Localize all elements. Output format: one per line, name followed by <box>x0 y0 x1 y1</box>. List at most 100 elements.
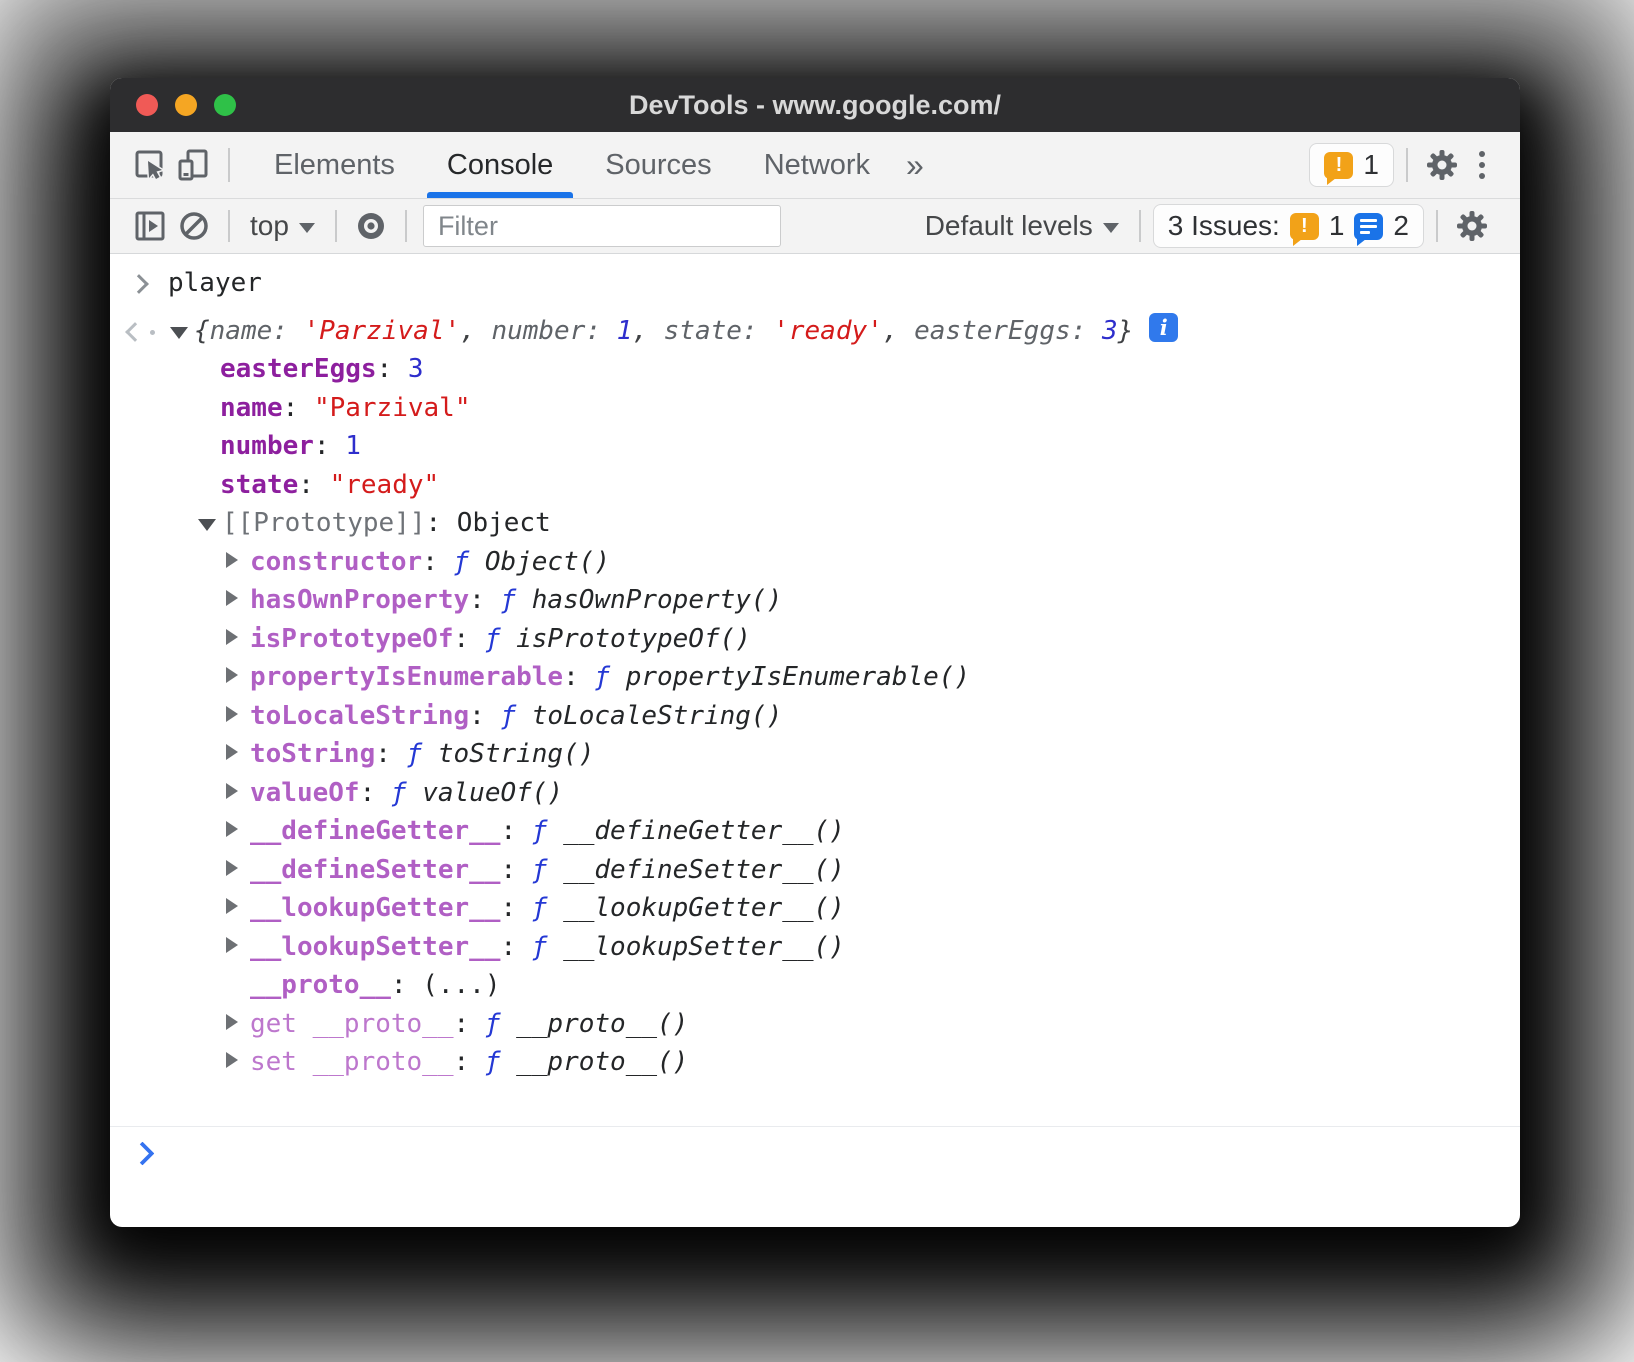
disclosure-triangle[interactable] <box>226 774 250 813</box>
console-token: { <box>194 316 210 346</box>
tab-elements[interactable]: Elements <box>248 132 421 198</box>
error-bubble-icon: ! <box>1324 152 1353 179</box>
settings-gear-button[interactable] <box>1420 143 1464 187</box>
console-token: : <box>469 585 500 615</box>
console-token: __proto__ <box>250 970 391 1000</box>
console-token: : <box>500 932 531 962</box>
screenshot-stage: DevTools - www.google.com/ Eleme <box>0 0 1634 1362</box>
chevron-down-icon <box>299 223 315 233</box>
issues-label: 3 Issues: <box>1168 210 1280 242</box>
context-selector-label: top <box>250 210 289 242</box>
console-token: toLocaleString() <box>532 701 782 731</box>
console-token: 'Parzival' <box>304 316 461 346</box>
console-token: ƒ <box>532 855 563 885</box>
error-count-badge[interactable]: ! 1 <box>1309 143 1394 187</box>
console-token: get __proto__ <box>250 1009 454 1039</box>
console-token: isPrototypeOf <box>250 624 454 654</box>
console-token: : <box>283 393 314 423</box>
console-token: ƒ <box>454 547 485 577</box>
info-icon[interactable]: i <box>1149 313 1178 342</box>
console-token: : <box>454 1047 485 1077</box>
console-line: name: "Parzival" <box>110 389 1520 428</box>
command-chevron-icon <box>132 277 146 291</box>
device-toolbar-button[interactable] <box>172 143 216 187</box>
console-token: : <box>500 855 531 885</box>
console-token: ƒ <box>485 1047 516 1077</box>
disclosure-triangle[interactable] <box>226 1043 250 1082</box>
live-expression-eye-button[interactable] <box>349 204 393 248</box>
filter-input[interactable] <box>423 205 781 247</box>
disclosure-triangle[interactable] <box>226 889 250 928</box>
tab-console[interactable]: Console <box>421 132 579 198</box>
console-token: : <box>500 893 531 923</box>
traffic-lights <box>136 78 236 132</box>
console-token: propertyIsEnumerable <box>250 662 563 692</box>
console-token: toString() <box>438 739 595 769</box>
console-line: propertyIsEnumerable: ƒ propertyIsEnumer… <box>110 658 1520 697</box>
console-prompt[interactable] <box>110 1126 1520 1183</box>
tab-sources[interactable]: Sources <box>579 132 737 198</box>
title-bar: DevTools - www.google.com/ <box>110 78 1520 132</box>
console-panel: player{name: 'Parzival', number: 1, stat… <box>110 254 1520 1227</box>
console-token: : <box>454 1009 485 1039</box>
inspect-element-button[interactable] <box>128 143 172 187</box>
more-tabs-chevron[interactable]: » <box>896 147 934 184</box>
disclosure-triangle[interactable] <box>226 658 250 697</box>
console-token: state <box>220 470 298 500</box>
issue-error-count: 1 <box>1329 210 1345 242</box>
console-token: : <box>314 431 345 461</box>
console-sidebar-toggle-button[interactable] <box>128 204 172 248</box>
console-token: __defineSetter__ <box>250 855 500 885</box>
disclosure-triangle[interactable] <box>226 620 250 659</box>
console-token: ƒ <box>391 778 422 808</box>
issue-message-bubble-icon <box>1354 213 1383 240</box>
console-command-line: player <box>110 264 1520 303</box>
issue-message-count: 2 <box>1393 210 1409 242</box>
console-line: __defineSetter__: ƒ __defineSetter__() <box>110 851 1520 890</box>
console-token: 'ready' <box>773 316 883 346</box>
disclosure-triangle[interactable] <box>226 581 250 620</box>
console-line: __defineGetter__: ƒ __defineGetter__() <box>110 812 1520 851</box>
console-token: : <box>375 739 406 769</box>
disclosure-triangle[interactable] <box>226 543 250 582</box>
console-token: ƒ <box>594 662 625 692</box>
disclosure-triangle[interactable] <box>226 1005 250 1044</box>
disclosure-triangle[interactable] <box>226 697 250 736</box>
console-token: 3 <box>408 354 424 384</box>
console-line: __lookupGetter__: ƒ __lookupGetter__() <box>110 889 1520 928</box>
error-count: 1 <box>1363 149 1379 181</box>
console-token: , <box>632 316 663 346</box>
issues-badge[interactable]: 3 Issues: ! 1 2 <box>1153 204 1424 248</box>
console-token: name: <box>210 316 304 346</box>
minimize-window-button[interactable] <box>175 94 197 116</box>
window-title: DevTools - www.google.com/ <box>629 90 1001 121</box>
console-token: propertyIsEnumerable() <box>626 662 970 692</box>
context-selector[interactable]: top <box>242 210 323 242</box>
console-token: 3 <box>1102 316 1118 346</box>
disclosure-triangle[interactable] <box>226 812 250 851</box>
tab-network[interactable]: Network <box>738 132 896 198</box>
close-window-button[interactable] <box>136 94 158 116</box>
disclosure-triangle[interactable] <box>226 735 250 774</box>
disclosure-triangle[interactable] <box>226 851 250 890</box>
console-token: ƒ <box>485 1009 516 1039</box>
disclosure-triangle[interactable] <box>170 312 194 351</box>
console-token: easterEggs: <box>914 316 1102 346</box>
console-token: "Parzival" <box>314 393 471 423</box>
disclosure-triangle[interactable] <box>198 504 222 543</box>
console-line: [[Prototype]]: Object <box>110 504 1520 543</box>
kebab-menu-button[interactable] <box>1464 151 1500 179</box>
zoom-window-button[interactable] <box>214 94 236 116</box>
log-levels-selector[interactable]: Default levels <box>917 210 1127 242</box>
issue-error-bubble-icon: ! <box>1290 213 1319 240</box>
console-token: name <box>220 393 283 423</box>
console-line: isPrototypeOf: ƒ isPrototypeOf() <box>110 620 1520 659</box>
disclosure-triangle[interactable] <box>226 928 250 967</box>
console-token: toString <box>250 739 375 769</box>
console-token: __lookupSetter__ <box>250 932 500 962</box>
chevron-down-icon <box>1103 223 1119 233</box>
console-settings-gear-button[interactable] <box>1450 204 1494 248</box>
console-token: Object() <box>485 547 610 577</box>
clear-console-button[interactable] <box>172 204 216 248</box>
console-token: } <box>1118 316 1134 346</box>
